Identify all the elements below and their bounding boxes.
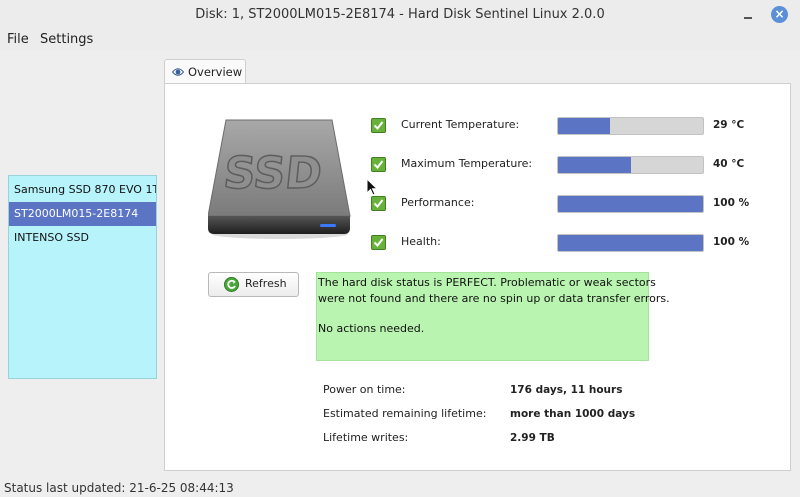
status-message: The hard disk status is PERFECT. Problem… <box>316 272 670 361</box>
tab-overview[interactable]: Overview <box>164 59 246 84</box>
progress-health <box>557 234 704 252</box>
tab-overview-label: Overview <box>188 65 243 79</box>
refresh-icon <box>224 277 239 292</box>
info-label-lifetime-writes: Lifetime writes: <box>323 431 409 444</box>
status-message-line1: The hard disk status is PERFECT. Problem… <box>318 276 656 289</box>
ssd-drive-icon: SSD <box>208 119 351 239</box>
info-label-power-on-time: Power on time: <box>323 383 406 396</box>
title-bar: Disk: 1, ST2000LM015-2E8174 - Hard Disk … <box>0 0 800 31</box>
menu-bar: File Settings <box>0 30 800 50</box>
metric-value-maximum-temperature: 40 °C <box>713 158 745 170</box>
refresh-button[interactable]: Refresh <box>208 272 299 297</box>
disk-item-st2000lm015[interactable]: ST2000LM015-2E8174 <box>9 202 156 226</box>
svg-text:SSD: SSD <box>221 148 324 199</box>
menu-settings[interactable]: Settings <box>40 32 93 47</box>
checkmark-icon <box>371 157 386 172</box>
close-icon: × <box>774 7 785 21</box>
progress-fill <box>558 235 703 251</box>
metric-value-health: 100 % <box>713 236 750 248</box>
metric-label-health: Health: <box>401 235 441 248</box>
checkmark-icon <box>371 235 386 250</box>
progress-performance <box>557 195 704 213</box>
disk-item-samsung-ssd[interactable]: Samsung SSD 870 EVO 1TB <box>9 178 156 202</box>
progress-maximum-temperature <box>557 156 704 174</box>
progress-current-temperature <box>557 117 704 135</box>
disk-list: Samsung SSD 870 EVO 1TB ST2000LM015-2E81… <box>8 175 157 379</box>
checkmark-icon <box>371 196 386 211</box>
disk-item-intenso-ssd[interactable]: INTENSO SSD <box>9 226 156 250</box>
info-value-power-on-time: 176 days, 11 hours <box>510 384 623 396</box>
minimize-button[interactable] <box>740 7 756 23</box>
minimize-icon <box>744 17 752 19</box>
metric-label-current-temperature: Current Temperature: <box>401 118 520 131</box>
info-label-remaining-lifetime: Estimated remaining lifetime: <box>323 407 487 420</box>
status-message-line3: No actions needed. <box>318 322 425 335</box>
metric-value-current-temperature: 29 °C <box>713 119 745 131</box>
status-message-line2: were not found and there are no spin up … <box>318 292 670 305</box>
window-title: Disk: 1, ST2000LM015-2E8174 - Hard Disk … <box>195 7 605 22</box>
info-value-lifetime-writes: 2.99 TB <box>510 432 555 444</box>
progress-fill <box>558 118 611 134</box>
close-button[interactable]: × <box>771 6 788 23</box>
menu-file[interactable]: File <box>7 32 29 47</box>
metric-label-performance: Performance: <box>401 196 475 209</box>
metric-value-performance: 100 % <box>713 197 750 209</box>
checkmark-icon <box>371 118 386 133</box>
mouse-pointer-icon <box>366 178 378 196</box>
progress-fill <box>558 157 631 173</box>
info-value-remaining-lifetime: more than 1000 days <box>510 408 636 420</box>
eye-icon <box>172 68 184 76</box>
refresh-button-label: Refresh <box>245 277 287 290</box>
status-bar: Status last updated: 21-6-25 08:44:13 <box>4 481 234 495</box>
metric-label-maximum-temperature: Maximum Temperature: <box>401 157 533 170</box>
progress-fill <box>558 196 703 212</box>
